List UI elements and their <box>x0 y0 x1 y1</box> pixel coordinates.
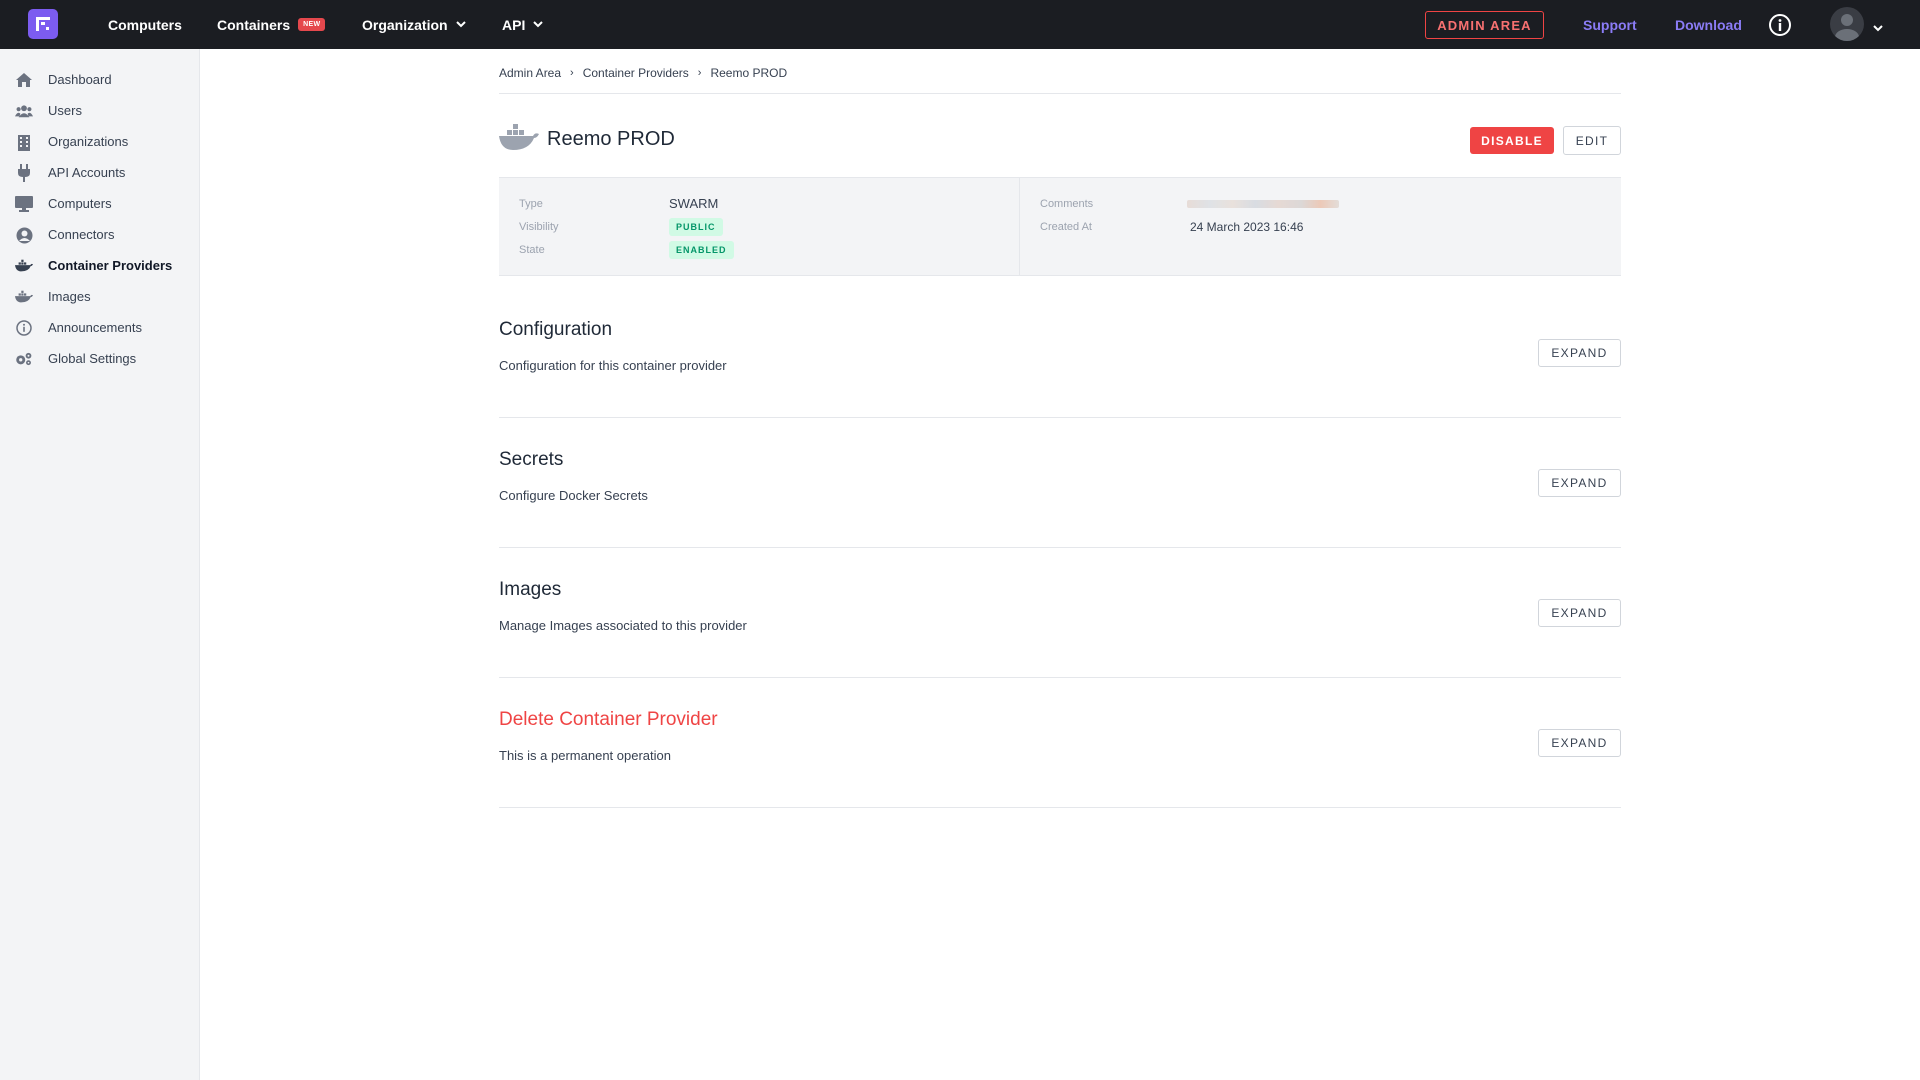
nav-api-label: API <box>502 16 526 33</box>
sidebar-item-label: Global Settings <box>48 351 137 366</box>
section-desc-secrets: Configure Docker Secrets <box>499 488 648 503</box>
nav-api[interactable]: API <box>502 0 544 49</box>
support-link[interactable]: Support <box>1583 0 1637 49</box>
section-desc-images: Manage Images associated to this provide… <box>499 618 747 633</box>
sidebar-item-users[interactable]: Users <box>0 95 199 126</box>
download-link[interactable]: Download <box>1675 0 1742 49</box>
user-avatar[interactable] <box>1830 7 1864 41</box>
comments-redacted <box>1187 200 1339 208</box>
type-label: Type <box>519 198 543 210</box>
nav-organization-label: Organization <box>362 16 448 33</box>
state-badge: ENABLED <box>669 241 734 259</box>
expand-images-button[interactable]: EXPAND <box>1538 599 1621 627</box>
sidebar-item-dashboard[interactable]: Dashboard <box>0 64 199 95</box>
divider <box>499 807 1621 808</box>
expand-delete-button[interactable]: EXPAND <box>1538 729 1621 757</box>
section-title-secrets: Secrets <box>499 449 564 470</box>
nav-containers-label: Containers <box>217 16 291 33</box>
docker-icon <box>15 257 33 275</box>
sidebar-item-label: Images <box>48 289 91 304</box>
chevron-right-icon: › <box>697 67 702 79</box>
divider <box>499 547 1621 548</box>
sidebar-item-label: Connectors <box>48 227 115 242</box>
chevron-down-icon <box>455 21 466 28</box>
sidebar-item-label: Dashboard <box>48 72 112 87</box>
sidebar-item-global-settings[interactable]: Global Settings <box>0 343 199 374</box>
admin-sidebar: Dashboard Users Organizations API Accoun… <box>0 49 200 1080</box>
breadcrumb-current: Reemo PROD <box>710 66 788 80</box>
chevron-right-icon: › <box>570 67 574 79</box>
info-circle-icon <box>15 319 33 337</box>
nav-computers[interactable]: Computers <box>108 0 182 49</box>
created-at-value: 24 March 2023 16:46 <box>1190 220 1304 234</box>
nav-organization[interactable]: Organization <box>362 0 466 49</box>
monitor-icon <box>15 195 33 213</box>
sidebar-item-label: Users <box>48 103 82 118</box>
state-label: State <box>519 244 545 256</box>
provider-details-panel: Type SWARM Visibility PUBLIC State ENABL… <box>499 177 1621 276</box>
docker-icon <box>15 288 33 306</box>
sidebar-item-images[interactable]: Images <box>0 281 199 312</box>
user-circle-icon <box>15 226 33 244</box>
docker-icon <box>499 123 539 153</box>
home-icon <box>15 71 33 89</box>
breadcrumb: Admin Area › Container Providers › Reemo… <box>499 64 787 82</box>
expand-secrets-button[interactable]: EXPAND <box>1538 469 1621 497</box>
edit-button[interactable]: EDIT <box>1563 126 1621 155</box>
visibility-label: Visibility <box>519 221 559 233</box>
breadcrumb-admin-area[interactable]: Admin Area <box>499 66 561 80</box>
sidebar-item-label: Computers <box>48 196 112 211</box>
sidebar-item-computers[interactable]: Computers <box>0 188 199 219</box>
section-title-configuration: Configuration <box>499 319 613 340</box>
sidebar-item-container-providers[interactable]: Container Providers <box>0 250 199 281</box>
created-at-label: Created At <box>1040 221 1092 233</box>
section-title-images: Images <box>499 579 562 600</box>
sidebar-item-label: Container Providers <box>48 258 173 273</box>
disable-button[interactable]: DISABLE <box>1470 127 1554 154</box>
divider <box>499 93 1621 94</box>
sidebar-item-organizations[interactable]: Organizations <box>0 126 199 157</box>
provider-header: Reemo PROD DISABLE EDIT <box>499 118 1621 162</box>
nav-computers-label: Computers <box>108 16 182 33</box>
comments-label: Comments <box>1040 198 1094 210</box>
plug-icon <box>15 164 33 182</box>
app-logo[interactable] <box>28 9 58 39</box>
sidebar-item-label: API Accounts <box>48 165 126 180</box>
divider <box>499 417 1621 418</box>
sidebar-item-connectors[interactable]: Connectors <box>0 219 199 250</box>
sidebar-item-api-accounts[interactable]: API Accounts <box>0 157 199 188</box>
section-desc-delete: This is a permanent operation <box>499 748 671 763</box>
logo-icon <box>36 17 50 31</box>
user-icon <box>1835 14 1859 41</box>
cogs-icon <box>15 350 33 368</box>
top-navbar: Computers Containers NEW Organization AP… <box>0 0 1920 49</box>
sidebar-item-announcements[interactable]: Announcements <box>0 312 199 343</box>
expand-configuration-button[interactable]: EXPAND <box>1538 339 1621 367</box>
panel-divider <box>1019 178 1020 275</box>
divider <box>499 677 1621 678</box>
breadcrumb-container-providers[interactable]: Container Providers <box>583 66 689 80</box>
chevron-down-icon[interactable] <box>1873 19 1883 37</box>
page-title: Reemo PROD <box>547 128 675 150</box>
info-icon[interactable] <box>1768 13 1792 37</box>
section-desc-configuration: Configuration for this container provide… <box>499 358 727 373</box>
section-title-delete: Delete Container Provider <box>499 709 718 730</box>
visibility-badge: PUBLIC <box>669 218 723 236</box>
admin-area-button[interactable]: ADMIN AREA <box>1425 11 1544 39</box>
chevron-down-icon <box>533 21 544 28</box>
sidebar-item-label: Announcements <box>48 320 142 335</box>
sidebar-item-label: Organizations <box>48 134 129 149</box>
nav-containers[interactable]: Containers NEW <box>217 0 326 49</box>
new-badge: NEW <box>298 18 326 31</box>
type-value: SWARM <box>669 196 719 211</box>
building-icon <box>15 133 33 151</box>
users-icon <box>15 102 33 120</box>
